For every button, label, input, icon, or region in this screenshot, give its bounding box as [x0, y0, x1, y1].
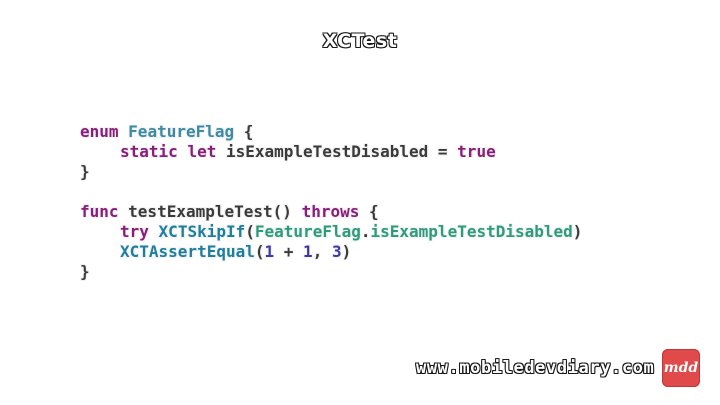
code-line: enum FeatureFlag { [80, 122, 582, 142]
code-token: static [120, 142, 178, 161]
code-token: XCTSkipIf [158, 222, 246, 241]
code-line: func testExampleTest() throws { [80, 202, 582, 222]
code-token: XCTAssertEqual [120, 242, 255, 261]
code-block: enum FeatureFlag {static let isExampleTe… [80, 122, 582, 282]
code-token: throws [301, 202, 360, 221]
code-line: } [80, 262, 582, 282]
code-line: static let isExampleTestDisabled = true [80, 142, 582, 162]
code-token: ( [245, 222, 255, 241]
code-token: func [80, 202, 119, 221]
code-token: 1 [303, 242, 313, 261]
code-token: } [80, 262, 90, 281]
slide-title: XCTest [322, 30, 398, 52]
code-token: isExampleTestDisabled [370, 222, 573, 241]
website-url: www.mobiledevdiary.com [416, 358, 655, 378]
code-token: true [457, 142, 496, 161]
code-token: let [187, 142, 217, 161]
code-token: } [80, 162, 90, 181]
code-token: testExampleTest() [118, 202, 302, 221]
code-token: { [359, 202, 379, 221]
code-token: enum [80, 122, 119, 141]
code-token: ) [572, 222, 583, 241]
code-line: } [80, 162, 582, 182]
code-token: ) [341, 242, 352, 261]
mdd-logo: mdd [662, 349, 700, 387]
code-token: FeatureFlag [254, 222, 361, 241]
code-token: . [360, 222, 371, 241]
code-token: , [312, 242, 332, 261]
code-token: + [274, 242, 304, 261]
code-token: FeatureFlag [128, 122, 235, 141]
code-token: 1 [264, 242, 275, 261]
code-line: XCTAssertEqual(1 + 1, 3) [80, 242, 582, 262]
code-line: try XCTSkipIf(FeatureFlag.isExampleTestD… [80, 222, 582, 242]
code-token: { [234, 122, 254, 141]
code-token: ( [254, 242, 265, 261]
code-token: try [120, 222, 149, 241]
code-token: 3 [331, 242, 342, 261]
code-token: isExampleTestDisabled = [216, 142, 458, 161]
